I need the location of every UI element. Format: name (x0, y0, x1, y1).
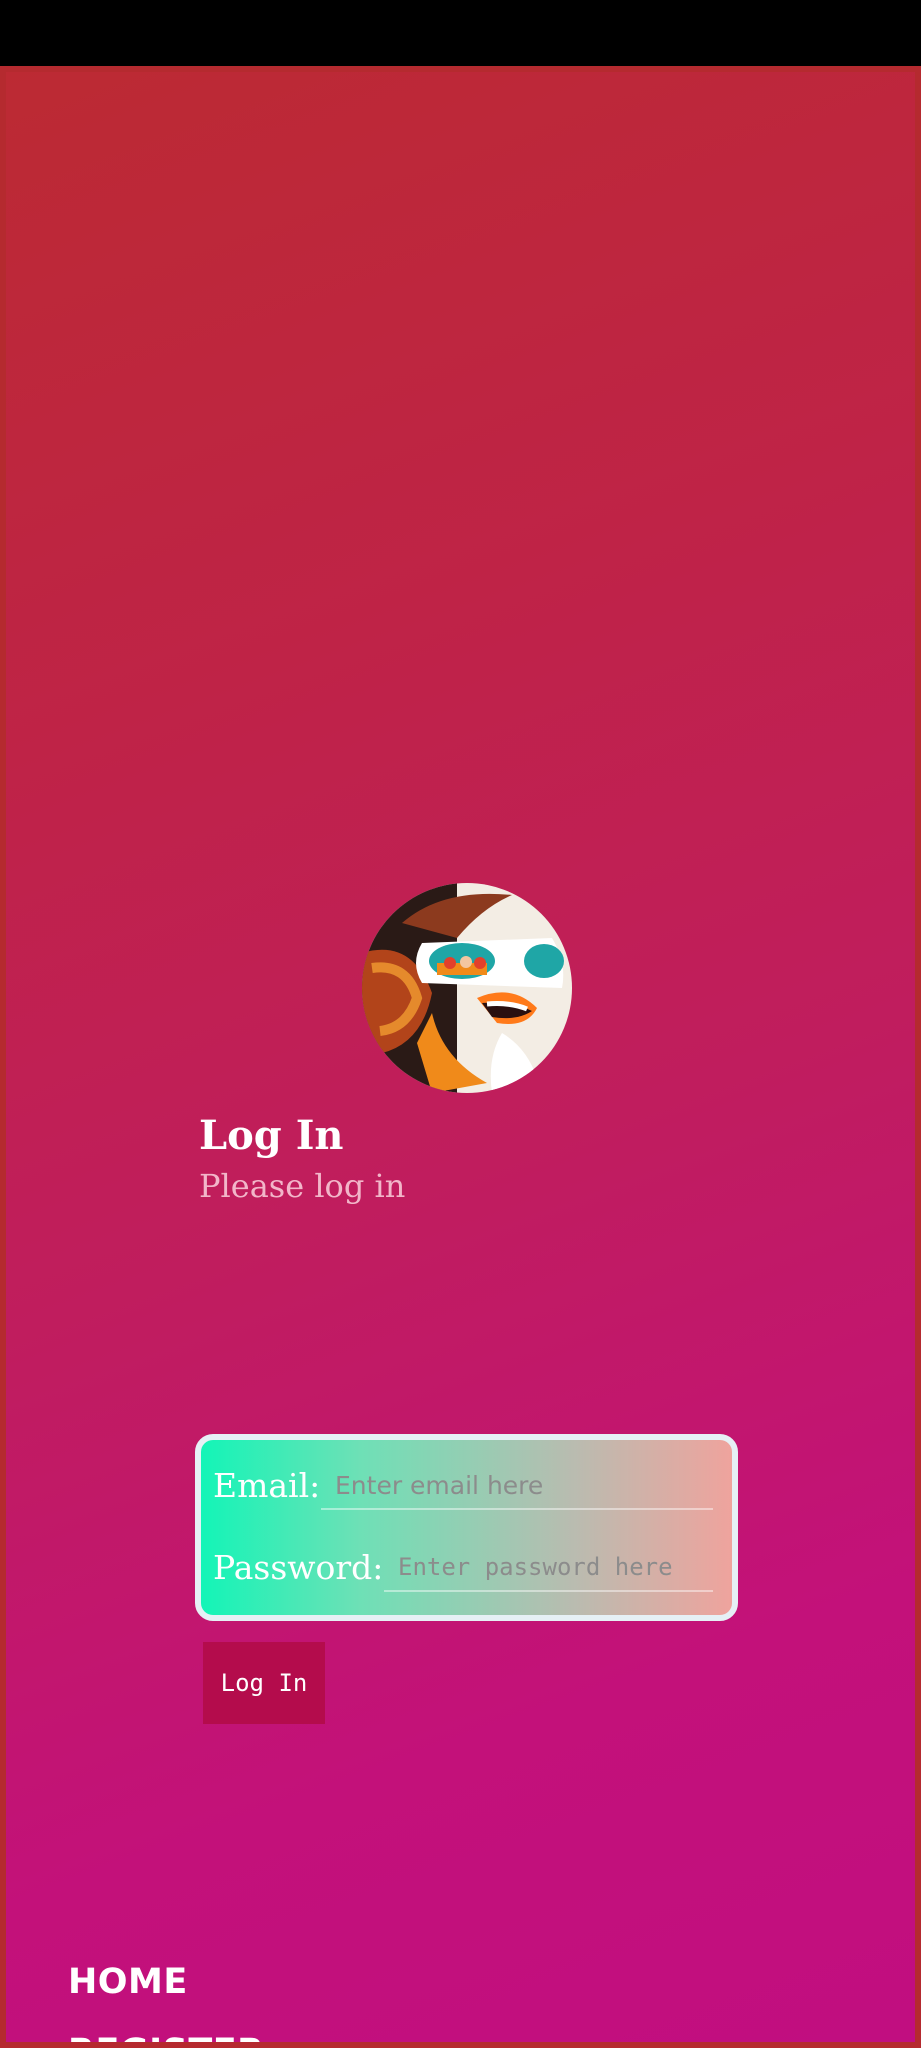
app-screen: Log In Please log in Email: Password: Lo… (0, 66, 921, 2048)
status-bar (0, 0, 921, 66)
email-label: Email: (213, 1466, 321, 1505)
page-title: Log In (199, 1112, 344, 1159)
email-field[interactable] (321, 1462, 713, 1510)
password-label: Password: (213, 1548, 384, 1587)
page-subtitle: Please log in (199, 1167, 406, 1205)
nav-register-link[interactable]: REGISTER (68, 2032, 265, 2042)
password-field[interactable] (384, 1544, 713, 1592)
avatar (362, 883, 572, 1093)
avatar-illustration-icon (362, 883, 572, 1093)
nav-home-link[interactable]: HOME (68, 1962, 188, 2002)
log-in-button[interactable]: Log In (203, 1642, 325, 1724)
login-form-card: Email: Password: (195, 1434, 738, 1621)
